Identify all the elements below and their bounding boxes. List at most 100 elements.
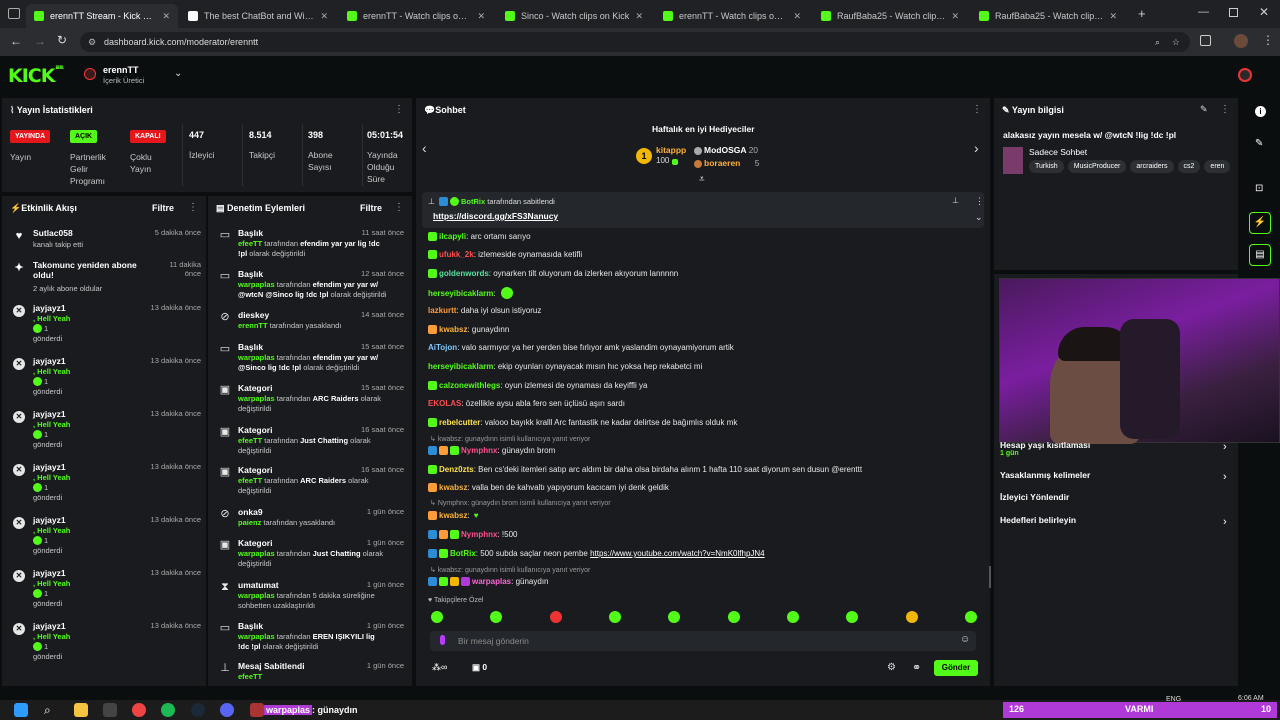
close-tab-icon[interactable]: ✕ bbox=[314, 11, 328, 22]
chat-username[interactable]: goldenwords bbox=[439, 269, 489, 278]
chat-message[interactable]: BotRix: 500 subda saçlar neon pembe http… bbox=[428, 549, 765, 558]
chevron-right-icon[interactable]: › bbox=[1223, 441, 1227, 453]
emote-icon[interactable] bbox=[431, 611, 443, 623]
send-button[interactable]: Gönder bbox=[934, 660, 978, 676]
chat-message[interactable]: warpaplas: günaydın bbox=[428, 577, 549, 586]
forward-icon[interactable]: → bbox=[34, 34, 46, 48]
activity-item[interactable]: ✕ jayjayz1 13 dakika önce , Hell Yeah 1 gönde… bbox=[2, 409, 207, 459]
moderator-name[interactable]: warpaplas bbox=[238, 591, 275, 600]
chat-username[interactable]: warpaplas bbox=[472, 577, 511, 586]
chat-menu-icon[interactable]: ⋮ bbox=[972, 104, 982, 115]
chat-username[interactable]: ufukk_2k bbox=[439, 250, 474, 259]
emote-icon[interactable] bbox=[550, 611, 562, 623]
moderator-name[interactable]: erennTT bbox=[238, 321, 268, 330]
next-arrow-icon[interactable]: › bbox=[974, 140, 979, 156]
kick-logo[interactable]: KICKBETA bbox=[8, 65, 64, 87]
chat-message[interactable]: herseyibicaklarm: ekip oyunları oynayaca… bbox=[428, 362, 702, 371]
chat-username[interactable]: Nymphnx bbox=[461, 530, 497, 539]
mic-icon[interactable] bbox=[440, 635, 445, 645]
emote-icon[interactable] bbox=[728, 611, 740, 623]
chat-message[interactable]: Nymphnx: günaydın brom bbox=[428, 446, 555, 455]
reload-icon[interactable]: ↻ bbox=[57, 33, 67, 47]
emote-icon[interactable] bbox=[906, 611, 918, 623]
chat-message[interactable]: kwabsz: ♥ bbox=[428, 511, 478, 520]
stats-menu-icon[interactable]: ⋮ bbox=[394, 104, 404, 115]
stream-info-menu-icon[interactable]: ⋮ bbox=[1220, 104, 1230, 115]
expand-gifters-icon[interactable]: ⩡ bbox=[699, 174, 705, 185]
setting-item[interactable]: Yasaklanmış kelimeler bbox=[1000, 470, 1090, 480]
close-tab-icon[interactable]: ✕ bbox=[945, 11, 959, 22]
steam-icon[interactable] bbox=[191, 703, 205, 717]
moderation-item[interactable]: ▣ Kategori 16 saat önce efeeTT tarafından A… bbox=[210, 465, 410, 503]
moderation-item[interactable]: ⊥ Mesaj Sabitlendi 1 gün önce efeeTT bbox=[210, 661, 410, 699]
chat-message[interactable]: kwabsz: valla ben de kahvaltı yapıyorum … bbox=[428, 483, 669, 492]
chat-message[interactable]: EKOLAS: özellikle aysu abla fero sen üçl… bbox=[428, 399, 625, 408]
close-tab-icon[interactable]: ✕ bbox=[787, 11, 801, 22]
activity-item[interactable]: ✕ jayjayz1 13 dakika önce , Hell Yeah 1 gönde… bbox=[2, 568, 207, 618]
file-explorer-icon[interactable] bbox=[74, 703, 88, 717]
gift-counter[interactable]: ▣ 0 bbox=[472, 662, 487, 673]
url-field[interactable]: ⚙ dashboard.kick.com/moderator/erenntt ⌕… bbox=[80, 32, 1190, 52]
moderation-item[interactable]: ▣ Kategori 15 saat önce warpaplas tarafında… bbox=[210, 383, 410, 421]
emote-icon[interactable] bbox=[846, 611, 858, 623]
clock[interactable]: 6:06 AM bbox=[1238, 695, 1264, 702]
back-icon[interactable]: ← bbox=[10, 34, 22, 48]
activity-item[interactable]: ✕ jayjayz1 13 dakika önce , Hell Yeah 1 gönde… bbox=[2, 621, 207, 671]
chat-username[interactable]: BotRix bbox=[450, 549, 476, 558]
emoji-icon[interactable]: ☺ bbox=[960, 634, 970, 645]
emote-icon[interactable] bbox=[965, 611, 977, 623]
browser-menu-icon[interactable]: ⋮ bbox=[1262, 33, 1274, 47]
chat-username[interactable]: Denz0zts bbox=[439, 465, 474, 474]
moderator-name[interactable]: efeeTT bbox=[238, 476, 262, 485]
setting-item[interactable]: Hesap yaşı kısıtlaması bbox=[1000, 440, 1090, 450]
gifter-2-name[interactable]: ModOSGA 20 bbox=[694, 145, 758, 155]
info-icon[interactable]: i bbox=[1255, 106, 1266, 117]
chat-settings-icon[interactable]: ⚙ bbox=[887, 662, 896, 673]
chevron-right-icon[interactable]: › bbox=[1223, 516, 1227, 528]
close-tab-icon[interactable]: ✕ bbox=[1103, 11, 1117, 22]
chat-username[interactable]: Nymphnx bbox=[461, 446, 497, 455]
chat-username[interactable]: AiTojon bbox=[428, 343, 457, 352]
chevron-down-icon[interactable]: ⌄ bbox=[174, 68, 182, 79]
chat-scrollbar[interactable] bbox=[989, 566, 991, 588]
moderator-name[interactable]: warpaplas bbox=[238, 353, 275, 362]
edit-stream-icon[interactable]: ✎ bbox=[1200, 104, 1208, 115]
zoom-icon[interactable]: ⌕ bbox=[1155, 32, 1160, 52]
chat-username[interactable]: herseyibicaklarm bbox=[428, 362, 493, 371]
gifter-3-name[interactable]: boraeren 5 bbox=[694, 158, 759, 168]
setting-item[interactable]: Hedefleri belirleyin bbox=[1000, 515, 1076, 525]
prev-arrow-icon[interactable]: ‹ bbox=[422, 140, 427, 156]
activity-menu-icon[interactable]: ⋮ bbox=[188, 202, 198, 213]
stream-tag[interactable]: Turkish bbox=[1029, 160, 1064, 173]
stream-tag[interactable]: MusicProducer bbox=[1067, 160, 1127, 173]
bookmark-star-icon[interactable]: ☆ bbox=[1172, 32, 1180, 52]
moderator-name[interactable]: warpaplas bbox=[238, 549, 275, 558]
activity-item[interactable]: ✕ jayjayz1 13 dakika önce , Hell Yeah 1 gönde… bbox=[2, 356, 207, 406]
moderator-name[interactable]: paienz bbox=[238, 518, 261, 527]
moderation-menu-icon[interactable]: ⋮ bbox=[394, 202, 404, 213]
moderator-name[interactable]: efeeTT bbox=[238, 436, 262, 445]
browser-tab[interactable]: erennTT - Watch clips on Kick ✕ bbox=[655, 4, 809, 28]
chat-username[interactable]: EKOLAS bbox=[428, 399, 461, 408]
user-avatar-icon[interactable] bbox=[1238, 68, 1252, 82]
emote-icon[interactable] bbox=[609, 611, 621, 623]
moderator-name[interactable]: warpaplas bbox=[238, 280, 275, 289]
chat-message[interactable]: ilcapyli: arc ortamı sarıyo bbox=[428, 232, 531, 241]
chat-message[interactable]: ufukk_2k: izlemeside oynamasıda ketifli bbox=[428, 250, 582, 259]
chat-message[interactable]: kwabsz: gunaydınn bbox=[428, 325, 509, 334]
close-tab-icon[interactable]: ✕ bbox=[629, 11, 643, 22]
emote-icon[interactable] bbox=[787, 611, 799, 623]
moderator-name[interactable]: warpaplas bbox=[238, 632, 275, 641]
chat-username[interactable]: herseyibicaklarm bbox=[428, 289, 493, 298]
lightning-rail-icon[interactable]: ⚡ bbox=[1249, 212, 1271, 234]
pinned-link[interactable]: https://discord.gg/xFS3Nanucy bbox=[433, 211, 558, 221]
windows-start-icon[interactable] bbox=[14, 703, 28, 717]
moderation-item[interactable]: ⧗ umatumat 1 gün önce warpaplas tarafından … bbox=[210, 580, 410, 618]
spotify-icon[interactable] bbox=[161, 703, 175, 717]
chat-link[interactable]: https://www.youtube.com/watch?v=NmK0lfhp… bbox=[590, 549, 765, 558]
chat-input[interactable]: Bir mesaj gönderin ☺ bbox=[430, 631, 976, 651]
moderator-name[interactable]: warpaplas bbox=[238, 394, 275, 403]
viewers-infinity-icon[interactable]: ⁂∞ bbox=[432, 662, 447, 673]
activity-filter-button[interactable]: Filtre bbox=[152, 203, 174, 213]
emote-icon[interactable] bbox=[490, 611, 502, 623]
